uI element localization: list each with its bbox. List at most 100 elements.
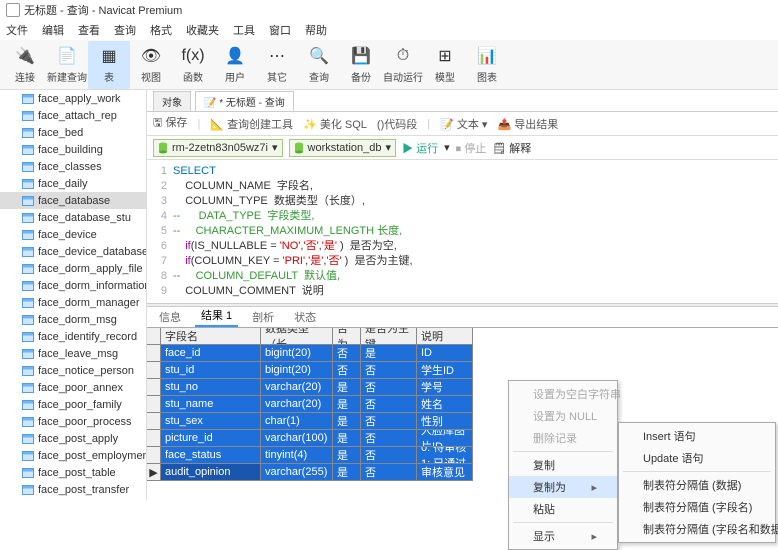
cell[interactable]: face_status — [161, 447, 261, 464]
context-menu[interactable]: 设置为空白字符串设置为 NULL删除记录复制复制为▸粘贴显示▸ — [508, 380, 618, 550]
cell[interactable]: 否 — [361, 413, 417, 430]
cell[interactable]: char(1) — [261, 413, 333, 430]
table-item-face_post_transfer[interactable]: face_post_transfer — [0, 481, 146, 498]
cell[interactable]: face_id — [161, 345, 261, 362]
cell[interactable]: 是 — [333, 379, 361, 396]
table-item-face_dorm_msg[interactable]: face_dorm_msg — [0, 311, 146, 328]
cell[interactable]: stu_name — [161, 396, 261, 413]
tab-对象[interactable]: 对象 — [153, 91, 191, 111]
cell[interactable]: 否 — [361, 447, 417, 464]
cell[interactable]: stu_sex — [161, 413, 261, 430]
menu-窗口[interactable]: 窗口 — [269, 22, 291, 38]
cell[interactable]: picture_id — [161, 430, 261, 447]
result-tab-剖析[interactable]: 剖析 — [246, 307, 280, 327]
table-item-face_database[interactable]: face_database — [0, 192, 146, 209]
tab-* 无标题 - 查询[interactable]: 📝 * 无标题 - 查询 — [195, 91, 294, 111]
cell[interactable]: bigint(20) — [261, 345, 333, 362]
table-item-face_poor_family[interactable]: face_poor_family — [0, 396, 146, 413]
menu-文件[interactable]: 文件 — [6, 22, 28, 38]
toolbar-其它[interactable]: ⋯其它 — [256, 41, 298, 89]
menu-查看[interactable]: 查看 — [78, 22, 100, 38]
toolbar-图表[interactable]: 📊图表 — [466, 41, 508, 89]
run-button[interactable]: ▶ 运行 — [402, 140, 438, 156]
menu-帮助[interactable]: 帮助 — [305, 22, 327, 38]
submenu-item[interactable]: 制表符分隔值 (字段名) — [619, 496, 775, 518]
cell[interactable] — [147, 447, 161, 464]
cell[interactable]: varchar(20) — [261, 379, 333, 396]
cell[interactable] — [147, 362, 161, 379]
table-item-face_leave_msg[interactable]: face_leave_msg — [0, 345, 146, 362]
col-header[interactable]: 说明 — [417, 328, 473, 345]
submenu-item[interactable]: Insert 语句 — [619, 425, 775, 447]
cell[interactable]: 人脸库图片ID — [417, 430, 473, 447]
table-item-face_identify_record[interactable]: face_identify_record — [0, 328, 146, 345]
beautify-sql-button[interactable]: ✨ 美化 SQL — [303, 116, 367, 132]
cell[interactable] — [147, 396, 161, 413]
cell[interactable]: audit_opinion — [161, 464, 261, 481]
cell[interactable]: 否 — [333, 345, 361, 362]
menu-item-复制为[interactable]: 复制为▸ — [509, 476, 617, 498]
toolbar-模型[interactable]: ⊞模型 — [424, 41, 466, 89]
cell[interactable]: 否 — [361, 396, 417, 413]
menu-收藏夹[interactable]: 收藏夹 — [186, 22, 219, 38]
table-item-face_building[interactable]: face_building — [0, 141, 146, 158]
result-tab-结果 1[interactable]: 结果 1 — [195, 305, 238, 327]
code-snippet-button[interactable]: ()代码段 — [377, 116, 417, 132]
col-header[interactable]: 是否为空 — [333, 328, 361, 345]
table-row[interactable]: stu_novarchar(20)是否学号 — [147, 379, 778, 396]
toolbar-连接[interactable]: 🔌连接 — [4, 41, 46, 89]
database-combo[interactable]: workstation_db▾ — [289, 139, 397, 157]
sql-editor[interactable]: 1SELECT2 COLUMN_NAME 字段名,3 COLUMN_TYPE 数… — [147, 160, 778, 303]
table-item-face_apply_work[interactable]: face_apply_work — [0, 90, 146, 107]
cell[interactable]: 否 — [333, 362, 361, 379]
table-item-face_classes[interactable]: face_classes — [0, 158, 146, 175]
cell[interactable]: varchar(20) — [261, 396, 333, 413]
cell[interactable]: varchar(255) — [261, 464, 333, 481]
toolbar-表[interactable]: ▦表 — [88, 41, 130, 89]
table-item-face_dorm_information[interactable]: face_dorm_information — [0, 277, 146, 294]
copy-as-submenu[interactable]: Insert 语句Update 语句制表符分隔值 (数据)制表符分隔值 (字段名… — [618, 422, 776, 543]
cell[interactable]: 否 — [361, 362, 417, 379]
server-combo[interactable]: rm-2zetn83n05wz7i▾ — [153, 139, 283, 157]
table-item-face_attach_rep[interactable]: face_attach_rep — [0, 107, 146, 124]
cell[interactable]: 否 — [361, 464, 417, 481]
table-item-face_poor_annex[interactable]: face_poor_annex — [0, 379, 146, 396]
table-item-face_post_table[interactable]: face_post_table — [0, 464, 146, 481]
cell[interactable]: 性别 — [417, 413, 473, 430]
table-item-face_database_stu[interactable]: face_database_stu — [0, 209, 146, 226]
table-item-face_notice_person[interactable]: face_notice_person — [0, 362, 146, 379]
query-builder-button[interactable]: 📐 查询创建工具 — [210, 116, 293, 132]
toolbar-函数[interactable]: f(x)函数 — [172, 41, 214, 89]
table-row[interactable]: face_idbigint(20)否是ID — [147, 345, 778, 362]
table-row[interactable]: stu_idbigint(20)否否学生ID — [147, 362, 778, 379]
toolbar-自动运行[interactable]: ⏱自动运行 — [382, 41, 424, 89]
table-item-face_daily[interactable]: face_daily — [0, 175, 146, 192]
result-tab-信息[interactable]: 信息 — [153, 307, 187, 327]
submenu-item[interactable]: Update 语句 — [619, 447, 775, 469]
table-item-face_bed[interactable]: face_bed — [0, 124, 146, 141]
table-item-face_dorm_manager[interactable]: face_dorm_manager — [0, 294, 146, 311]
toolbar-新建查询[interactable]: 📄新建查询 — [46, 41, 88, 89]
menu-查询[interactable]: 查询 — [114, 22, 136, 38]
table-item-face_poor_process[interactable]: face_poor_process — [0, 413, 146, 430]
cell[interactable]: stu_no — [161, 379, 261, 396]
cell[interactable] — [147, 413, 161, 430]
stop-button[interactable]: ⏹ 停止 — [456, 140, 487, 156]
menu-item-显示[interactable]: 显示▸ — [509, 525, 617, 547]
result-tab-状态[interactable]: 状态 — [288, 307, 322, 327]
table-item-face_dorm_apply_file[interactable]: face_dorm_apply_file — [0, 260, 146, 277]
table-item-face_post_employmen[interactable]: face_post_employmen — [0, 447, 146, 464]
cell[interactable]: 是 — [361, 345, 417, 362]
toolbar-查询[interactable]: 🔍查询 — [298, 41, 340, 89]
menu-工具[interactable]: 工具 — [233, 22, 255, 38]
menu-item-粘贴[interactable]: 粘贴 — [509, 498, 617, 520]
cell[interactable]: 否 — [361, 430, 417, 447]
toolbar-用户[interactable]: 👤用户 — [214, 41, 256, 89]
cell[interactable]: 否 — [361, 379, 417, 396]
menu-格式[interactable]: 格式 — [150, 22, 172, 38]
cell[interactable]: ID — [417, 345, 473, 362]
text-mode-button[interactable]: 📝 文本 ▾ — [440, 116, 487, 132]
col-header[interactable]: 数据类型（长 — [261, 328, 333, 345]
cell[interactable]: tinyint(4) — [261, 447, 333, 464]
toolbar-备份[interactable]: 💾备份 — [340, 41, 382, 89]
